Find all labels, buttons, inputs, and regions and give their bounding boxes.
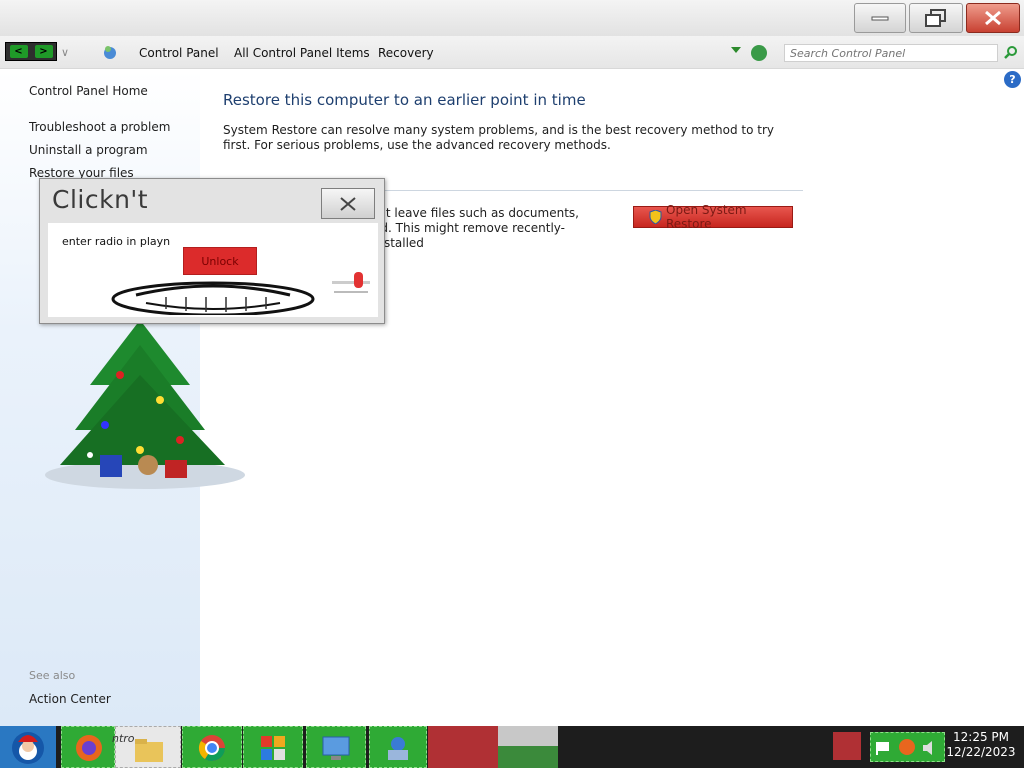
refresh-icon[interactable]: [751, 45, 767, 61]
uninstall-program-link[interactable]: Uninstall a program: [29, 143, 148, 157]
close-icon: [340, 196, 356, 211]
dialog-prompt-label: enter radio in playn: [62, 235, 171, 248]
firefox-icon: [76, 735, 102, 761]
unlock-button[interactable]: Unlock: [183, 247, 257, 275]
volume-icon[interactable]: [921, 739, 939, 757]
address-bar: < > ∨ Control Panel All Control Panel It…: [0, 36, 1024, 69]
forward-arrow-icon: >: [34, 45, 53, 58]
clicknt-dialog: Clickn't enter radio in playn Unlock: [39, 178, 385, 324]
window-titlebar: [0, 0, 1024, 36]
windows-features-icon: [261, 736, 285, 760]
breadcrumb-recovery[interactable]: Recovery: [378, 46, 434, 60]
back-button[interactable]: <: [6, 43, 31, 60]
search-box: [784, 44, 998, 62]
taskbar-network[interactable]: [369, 726, 427, 768]
taskbar-glitch-block: [498, 726, 558, 746]
taskbar-glitch-block: [498, 746, 558, 768]
page-title: Restore this computer to an earlier poin…: [223, 91, 586, 109]
troll-face-image: [111, 281, 315, 315]
action-center-flag-icon[interactable]: [875, 739, 893, 757]
taskbar-explorer-label: ntro: [112, 732, 135, 745]
taskbar: ntro 12:25 PM 12/22/2023: [0, 726, 1024, 768]
start-button[interactable]: [0, 726, 56, 768]
maximize-button[interactable]: [909, 3, 963, 33]
recent-pages-chevron-icon[interactable]: ∨: [61, 46, 69, 59]
chrome-icon: [198, 735, 226, 762]
folder-icon: [135, 739, 163, 762]
taskbar-glitch-block: [428, 726, 498, 768]
nav-buttons: < >: [5, 42, 57, 61]
forward-button[interactable]: >: [31, 43, 56, 60]
christmas-tree-image: [45, 320, 245, 489]
breadcrumb-control-panel[interactable]: Control Panel: [139, 46, 219, 60]
uac-shield-icon: [649, 210, 662, 224]
dialog-close-button[interactable]: [321, 188, 375, 219]
page-description: System Restore can resolve many system p…: [223, 123, 775, 152]
slider-control[interactable]: [332, 269, 370, 297]
dialog-title: Clickn't: [52, 185, 149, 214]
taskbar-clock[interactable]: 12:25 PM 12/22/2023: [946, 730, 1016, 760]
search-icon[interactable]: [1003, 45, 1018, 60]
clock-time: 12:25 PM: [953, 730, 1009, 744]
system-tray: [870, 732, 945, 762]
troubleshoot-link[interactable]: Troubleshoot a problem: [29, 120, 170, 134]
action-center-link[interactable]: Action Center: [29, 692, 111, 706]
taskbar-windows-features[interactable]: [243, 726, 303, 768]
taskbar-remote-desktop[interactable]: [306, 726, 366, 768]
close-icon: [985, 10, 1001, 26]
minimize-button[interactable]: [854, 3, 906, 33]
network-icon: [388, 737, 408, 760]
address-dropdown-icon[interactable]: [731, 47, 741, 53]
santa-start-icon: [12, 732, 44, 764]
back-arrow-icon: <: [9, 45, 28, 58]
search-input[interactable]: [785, 45, 997, 61]
control-panel-icon: [104, 46, 116, 59]
see-also-heading: See also: [29, 669, 76, 682]
left-navigation-pane: Control Panel Home Troubleshoot a proble…: [0, 70, 245, 726]
restore-window-icon: [925, 9, 946, 27]
breadcrumb-all-items[interactable]: All Control Panel Items: [234, 46, 370, 60]
tray-flag-icon[interactable]: [833, 732, 861, 760]
remote-desktop-icon: [322, 736, 350, 760]
unlock-label: Unlock: [201, 254, 239, 268]
firefox-tray-icon[interactable]: [897, 737, 917, 757]
dialog-body: enter radio in playn Unlock: [48, 223, 378, 317]
taskbar-firefox[interactable]: [61, 726, 115, 768]
close-button[interactable]: [966, 3, 1020, 33]
taskbar-chrome[interactable]: [182, 726, 242, 768]
minimize-icon: [871, 16, 889, 21]
open-system-restore-label: Open System Restore: [666, 203, 747, 231]
taskbar-control-panel-window[interactable]: ntro: [112, 726, 181, 768]
control-panel-home-link[interactable]: Control Panel Home: [29, 84, 148, 98]
help-icon[interactable]: ?: [1004, 71, 1021, 88]
clock-date: 12/22/2023: [946, 745, 1016, 759]
